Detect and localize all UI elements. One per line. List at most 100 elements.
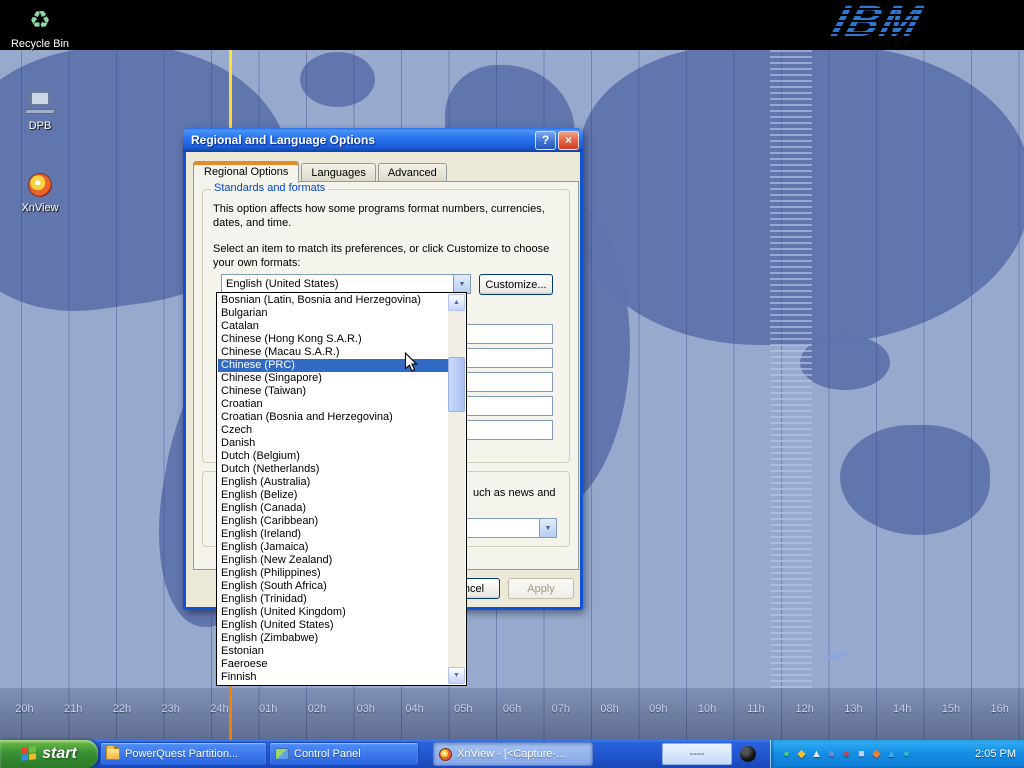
icon-label: XnView — [5, 202, 75, 214]
timezone-label: 06h — [488, 703, 537, 715]
list-item[interactable]: English (Jamaica) — [218, 541, 448, 554]
list-item[interactable]: English (United States) — [218, 619, 448, 632]
timezone-label: 09h — [634, 703, 683, 715]
list-item[interactable]: English (United Kingdom) — [218, 606, 448, 619]
chevron-down-icon[interactable]: ▼ — [453, 275, 470, 293]
tab-advanced[interactable]: Advanced — [378, 163, 447, 182]
scroll-up-button[interactable]: ▲ — [448, 294, 465, 311]
ibm-logo: IBM — [826, 0, 928, 46]
list-item[interactable]: Catalan — [218, 320, 448, 333]
timezone-label: 07h — [536, 703, 585, 715]
taskbar-toolbar[interactable]: ---- — [662, 743, 732, 765]
update-shield-icon[interactable]: ◆ — [794, 740, 809, 768]
list-item[interactable]: English (Philippines) — [218, 567, 448, 580]
safely-remove-icon[interactable]: ● — [779, 740, 794, 768]
volume-icon[interactable]: ▲ — [809, 740, 824, 768]
taskbar-button[interactable]: XnView - [<Capture-... — [433, 742, 593, 766]
timezone-label: 21h — [49, 703, 98, 715]
taskbar-button[interactable]: PowerQuest Partition... — [100, 742, 267, 766]
timezone-label: 13h — [829, 703, 878, 715]
group-instruction: Select an item to match its preferences,… — [213, 242, 558, 270]
list-item[interactable]: English (Belize) — [218, 489, 448, 502]
tab-languages[interactable]: Languages — [301, 163, 375, 182]
list-item[interactable]: Croatian (Bosnia and Herzegovina) — [218, 411, 448, 424]
combobox-value: English (United States) — [222, 278, 453, 290]
tab-regional-options[interactable]: Regional Options — [193, 161, 299, 183]
task-label: Control Panel — [294, 748, 361, 760]
timezone-label: 05h — [439, 703, 488, 715]
list-item[interactable]: English (Zimbabwe) — [218, 632, 448, 645]
chevron-down-icon[interactable]: ▼ — [539, 519, 556, 537]
timezone-label: 08h — [585, 703, 634, 715]
toolbar-orb-icon[interactable] — [740, 746, 756, 762]
tab-strip: Regional Options Languages Advanced — [193, 161, 449, 182]
taskbar-tasks: PowerQuest Partition... Control Panel XnVi… — [100, 742, 593, 766]
taskbar-button[interactable]: Control Panel — [269, 742, 419, 766]
timezone-label: 14h — [878, 703, 927, 715]
customize-button[interactable]: Customize... — [479, 274, 553, 295]
timezone-label: 03h — [341, 703, 390, 715]
timezone-label: 16h — [975, 703, 1024, 715]
antivirus-icon[interactable]: ● — [839, 740, 854, 768]
list-item[interactable]: Bosnian (Latin, Bosnia and Herzegovina) — [218, 294, 448, 307]
formats-combobox[interactable]: English (United States) ▼ — [221, 274, 471, 294]
list-item[interactable]: English (Canada) — [218, 502, 448, 515]
network-icon[interactable]: ■ — [824, 740, 839, 768]
timezone-label: 15h — [927, 703, 976, 715]
date-line-hatch — [770, 50, 812, 688]
dialog-titlebar[interactable]: Regional and Language Options ? × — [183, 128, 583, 152]
dialog-title: Regional and Language Options — [191, 133, 533, 147]
group-title: Standards and formats — [211, 182, 328, 194]
list-item[interactable]: Croatian — [218, 398, 448, 411]
timezone-label: 01h — [244, 703, 293, 715]
scrollbar[interactable]: ▲ ▼ — [448, 294, 465, 684]
timezone-label: 22h — [98, 703, 147, 715]
list-item[interactable]: English (Caribbean) — [218, 515, 448, 528]
mouse-cursor — [404, 352, 418, 373]
list-item[interactable]: Chinese (Hong Kong S.A.R.) — [218, 333, 448, 346]
list-item[interactable]: Dutch (Belgium) — [218, 450, 448, 463]
timezone-label: 12h — [780, 703, 829, 715]
list-item[interactable]: Chinese (Singapore) — [218, 372, 448, 385]
scroll-down-button[interactable]: ▼ — [448, 667, 465, 684]
desktop-icon-dpb[interactable]: DPB — [5, 88, 75, 132]
list-item[interactable]: Chinese (Taiwan) — [218, 385, 448, 398]
list-item[interactable]: Estonian — [218, 645, 448, 658]
timezone-label: 11h — [731, 703, 780, 715]
help-button[interactable]: ? — [535, 131, 556, 150]
list-item[interactable]: Dutch (Netherlands) — [218, 463, 448, 476]
timezone-label: 24h — [195, 703, 244, 715]
system-tray: ●◆▲■●■◆▲● 2:05 PM — [770, 740, 1024, 768]
messenger-icon[interactable]: ● — [899, 740, 914, 768]
list-item[interactable]: Czech — [218, 424, 448, 437]
list-item[interactable]: English (Trinidad) — [218, 593, 448, 606]
recycle-bin-icon: ♻ — [29, 8, 51, 34]
apply-button[interactable]: Apply — [508, 578, 574, 599]
windows-flag-icon — [21, 746, 37, 762]
timezone-label: 02h — [293, 703, 342, 715]
close-button[interactable]: × — [558, 131, 579, 150]
timezone-label: 04h — [390, 703, 439, 715]
scrollbar-thumb[interactable] — [448, 357, 465, 412]
desktop-icon-recycle-bin[interactable]: ♻ Recycle Bin — [5, 6, 75, 50]
folder-icon — [106, 748, 120, 760]
taskbar: start PowerQuest Partition... Control Pan… — [0, 740, 1024, 768]
start-button[interactable]: start — [0, 740, 98, 768]
list-item[interactable]: English (Ireland) — [218, 528, 448, 541]
battery-icon[interactable]: ◆ — [869, 740, 884, 768]
list-item[interactable]: Finnish — [218, 671, 448, 684]
desktop-icon-xnview[interactable]: XnView — [5, 170, 75, 214]
timezone-label: 10h — [683, 703, 732, 715]
display-icon[interactable]: ■ — [854, 740, 869, 768]
list-item[interactable]: English (Australia) — [218, 476, 448, 489]
xnview-icon — [28, 173, 52, 197]
list-item[interactable]: Danish — [218, 437, 448, 450]
icon-label: Recycle Bin — [5, 38, 75, 50]
list-item[interactable]: English (New Zealand) — [218, 554, 448, 567]
list-item[interactable]: Bulgarian — [218, 307, 448, 320]
list-item[interactable]: English (South Africa) — [218, 580, 448, 593]
wireless-icon[interactable]: ▲ — [884, 740, 899, 768]
taskbar-clock[interactable]: 2:05 PM — [975, 740, 1016, 768]
list-item[interactable]: Faeroese — [218, 658, 448, 671]
timezone-row: 20h21h22h23h24h01h02h03h04h05h06h07h08h0… — [0, 703, 1024, 715]
